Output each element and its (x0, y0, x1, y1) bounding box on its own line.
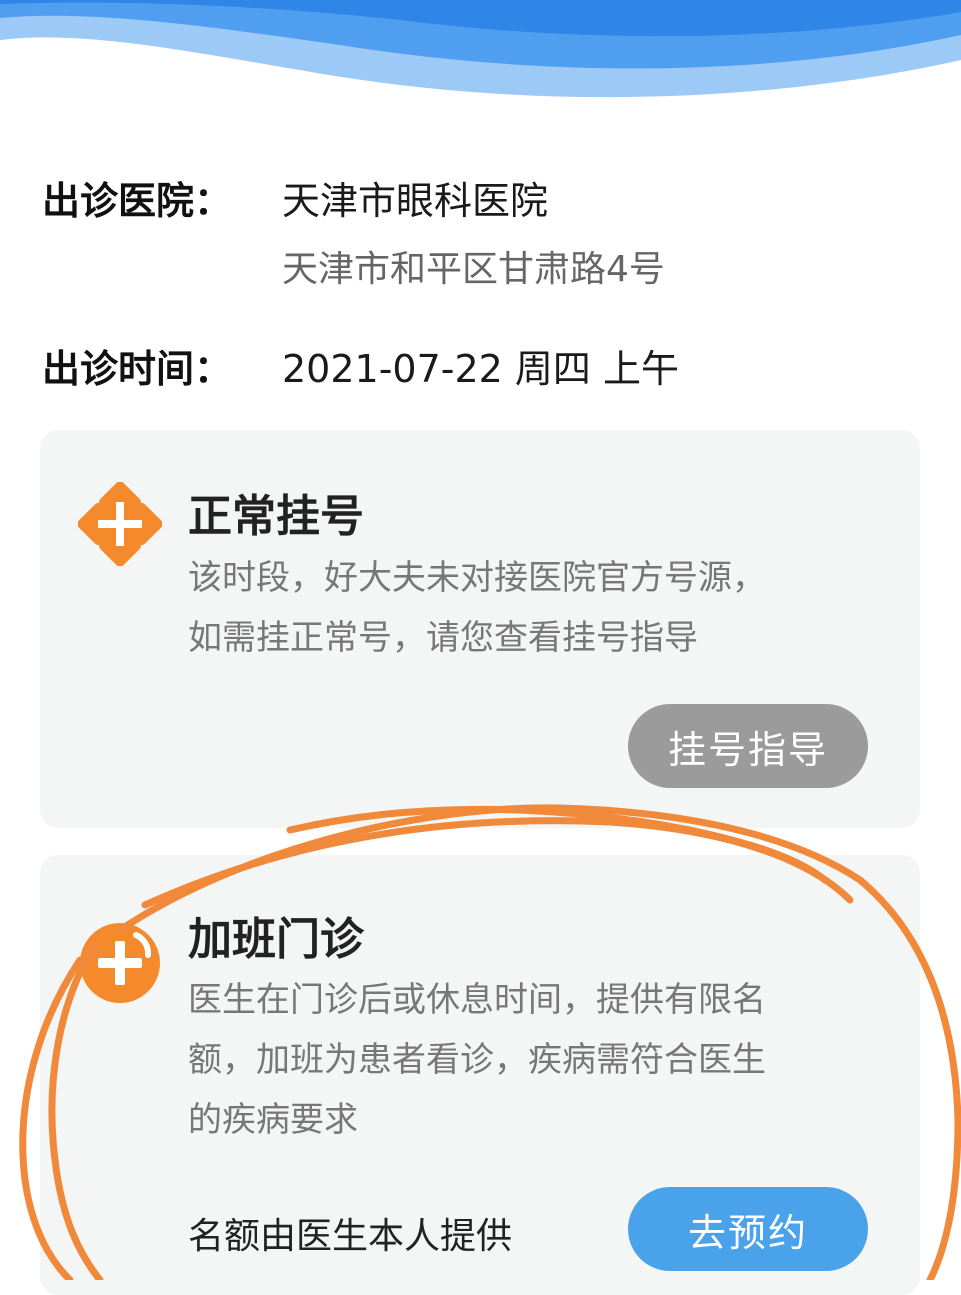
hospital-row: 出诊医院： 天津市眼科医院 (42, 170, 548, 225)
overtime-desc-line: 额，加班为患者看诊，疾病需符合医生 (188, 1040, 766, 1080)
overtime-clinic-icon (80, 923, 160, 1003)
overtime-desc-line: 的疾病要求 (188, 1100, 358, 1140)
normal-desc-line: 该时段，好大夫未对接医院官方号源， (188, 558, 766, 598)
hospital-name: 天津市眼科医院 (282, 179, 549, 223)
overtime-desc-line: 医生在门诊后或休息时间，提供有限名 (188, 980, 766, 1020)
hospital-address: 天津市和平区甘肃路4号 (282, 249, 665, 290)
overtime-card-title: 加班门诊 (188, 914, 364, 965)
time-label: 出诊时间： (42, 347, 233, 391)
normal-registration-card: 正常挂号 该时段，好大夫未对接医院官方号源， 如需挂正常号，请您查看挂号指导 挂… (40, 430, 920, 828)
registration-guide-button[interactable]: 挂号指导 (628, 704, 868, 788)
book-appointment-button[interactable]: 去预约 (628, 1187, 868, 1271)
hospital-cross-icon (78, 482, 162, 566)
time-row: 出诊时间： 2021-07-22 周四 上午 (42, 338, 679, 393)
time-value: 2021-07-22 周四 上午 (282, 347, 679, 391)
overtime-clinic-card: 加班门诊 医生在门诊后或休息时间，提供有限名 额，加班为患者看诊，疾病需符合医生… (40, 855, 920, 1295)
quota-note: 名额由医生本人提供 (188, 1216, 513, 1257)
header-wave-decoration (0, 0, 961, 98)
normal-desc-line: 如需挂正常号，请您查看挂号指导 (188, 618, 698, 658)
normal-card-description: 该时段，好大夫未对接医院官方号源， 如需挂正常号，请您查看挂号指导 (188, 548, 878, 668)
normal-card-title: 正常挂号 (188, 491, 364, 542)
overtime-card-description: 医生在门诊后或休息时间，提供有限名 额，加班为患者看诊，疾病需符合医生 的疾病要… (188, 970, 878, 1150)
hospital-label: 出诊医院： (42, 179, 233, 223)
